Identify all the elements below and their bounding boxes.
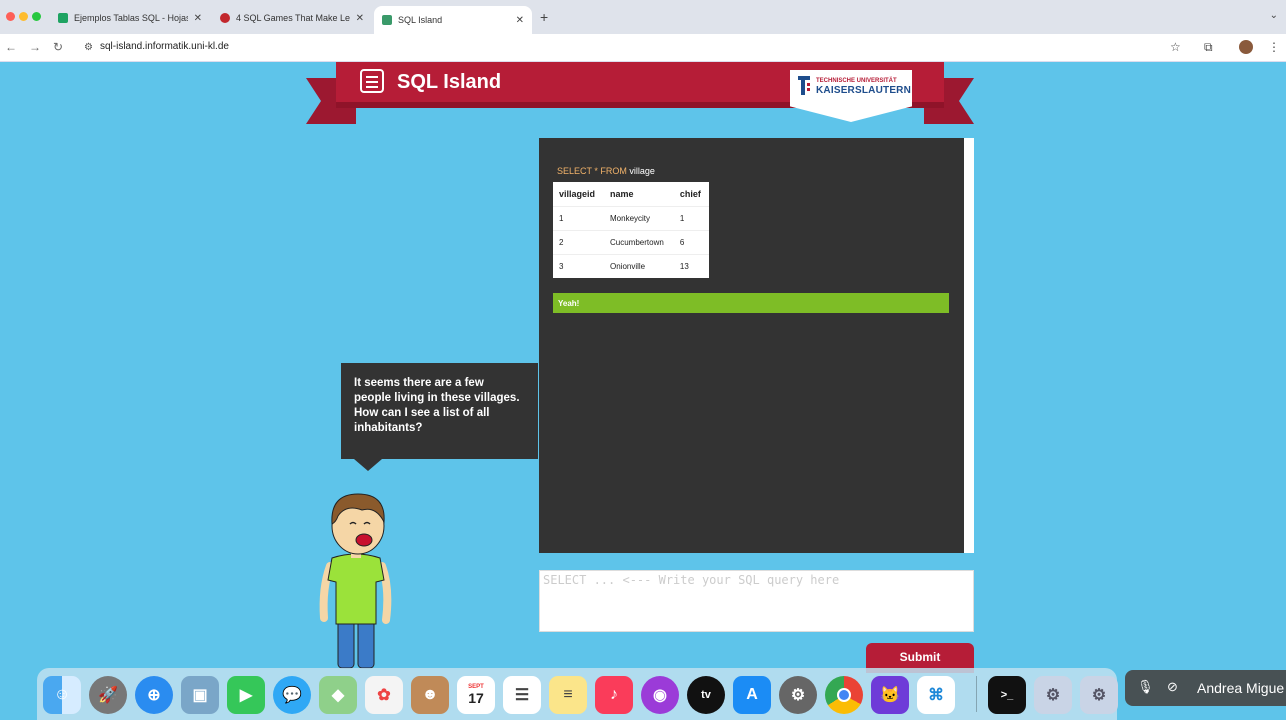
table-row: 1 Monkeycity 1 — [553, 205, 709, 230]
table-row: 3 Onionville 13 — [553, 253, 709, 278]
vscode-icon[interactable]: ⌘ — [917, 676, 955, 714]
browser-tab-bar: Ejemplos Tablas SQL - Hojas ✕ 4 SQL Game… — [0, 0, 1286, 34]
safari-icon[interactable]: ⊕ — [135, 676, 173, 714]
table-cell: Monkeycity — [604, 205, 674, 230]
table-cell: 3 — [553, 253, 604, 278]
music-icon[interactable]: ♪ — [595, 676, 633, 714]
table-cell: Onionville — [604, 253, 674, 278]
profile-avatar[interactable] — [1239, 40, 1253, 54]
extensions-icon[interactable]: ⧉ — [1204, 40, 1213, 55]
sql-query-input[interactable] — [539, 570, 974, 632]
university-logo-icon — [798, 76, 810, 95]
tab-sql-games[interactable]: 4 SQL Games That Make Lea ✕ — [212, 6, 372, 30]
appstore-icon[interactable]: A — [733, 676, 771, 714]
more-menu-icon[interactable]: ⋮ — [1268, 40, 1280, 54]
system-settings-icon[interactable]: ⚙ — [779, 676, 817, 714]
close-icon[interactable]: ✕ — [194, 13, 202, 24]
university-name-line2: KAISERSLAUTERN — [816, 85, 912, 96]
tab-ejemplos-tablas[interactable]: Ejemplos Tablas SQL - Hojas ✕ — [50, 6, 210, 30]
speech-bubble: It seems there are a few people living i… — [341, 363, 538, 459]
photos-icon[interactable]: ✿ — [365, 676, 403, 714]
table-cell: 6 — [673, 229, 709, 254]
executed-query: SELECT * FROM village — [557, 166, 655, 176]
console-scrollbar[interactable] — [964, 138, 974, 553]
tv-icon[interactable]: tv — [687, 676, 725, 714]
github-icon[interactable]: 🐱 — [871, 676, 909, 714]
dock-separator — [976, 676, 977, 712]
site-favicon-icon — [220, 13, 230, 23]
messages-icon[interactable]: 💬 — [273, 676, 311, 714]
chrome-icon[interactable] — [825, 676, 863, 714]
table-cell: 1 — [553, 205, 604, 230]
settings-icon[interactable]: ⚙ — [1034, 676, 1072, 714]
launchpad-icon[interactable]: 🚀 — [89, 676, 127, 714]
table-row: 2 Cucumbertown 6 — [553, 229, 709, 254]
close-icon[interactable]: ✕ — [516, 15, 524, 26]
address-bar[interactable]: sql-island.informatik.uni-kl.de — [100, 41, 229, 52]
terminal-icon[interactable]: >_ — [988, 676, 1026, 714]
sheets-icon — [58, 13, 68, 23]
tab-sql-island[interactable]: SQL Island ✕ — [374, 6, 532, 34]
table-cell: 13 — [673, 253, 709, 278]
page-title: SQL Island — [397, 71, 502, 93]
finder-icon[interactable]: ☺ — [43, 676, 81, 714]
column-header: name — [610, 188, 634, 199]
island-favicon-icon — [382, 15, 392, 25]
meeting-indicator[interactable]: 🎙 ⊘ Andrea Migue — [1125, 670, 1286, 706]
maps-icon[interactable]: ◆ — [319, 676, 357, 714]
calendar-icon[interactable]: SEPT 17 — [457, 676, 495, 714]
tab-title: SQL Island — [398, 15, 443, 25]
podcasts-icon[interactable]: ◉ — [641, 676, 679, 714]
minimize-window-button[interactable] — [19, 12, 28, 21]
column-header: villageid — [559, 188, 596, 199]
success-message: Yeah! — [553, 293, 949, 313]
bookmark-star-icon[interactable]: ☆ — [1170, 40, 1181, 54]
table-cell: 1 — [673, 205, 709, 230]
site-settings-icon[interactable]: ⚙ — [84, 42, 93, 53]
table-header-row: villageid name chief — [553, 182, 709, 206]
back-icon[interactable]: ← — [5, 40, 17, 54]
close-icon[interactable]: ✕ — [356, 13, 364, 24]
contacts-icon[interactable]: ☻ — [411, 676, 449, 714]
page-header-banner: SQL Island TECHNISCHE UNIVERSITÄT KAISER… — [306, 62, 974, 128]
forward-icon[interactable]: → — [29, 40, 41, 54]
mic-off-icon[interactable]: 🎙 — [1137, 679, 1154, 695]
tab-title: Ejemplos Tablas SQL - Hojas — [74, 13, 188, 23]
reminders-icon[interactable]: ☰ — [503, 676, 541, 714]
column-header: chief — [679, 188, 701, 199]
character-illustration — [319, 493, 392, 669]
result-table: villageid name chief 1 Monkeycity 1 2 Cu… — [553, 182, 709, 278]
browser-toolbar: ← → ↻ ⚙ sql-island.informatik.uni-kl.de … — [0, 34, 1286, 62]
close-window-button[interactable] — [6, 12, 15, 21]
meeting-user-name: Andrea Migue — [1197, 680, 1285, 696]
chrome-center — [837, 688, 851, 702]
table-cell: Cucumbertown — [604, 229, 674, 254]
camera-off-icon[interactable]: ⊘ — [1167, 679, 1178, 695]
speech-bubble-tail — [354, 459, 382, 471]
preview-icon[interactable]: ▣ — [181, 676, 219, 714]
results-console: SELECT * FROM village villageid name chi… — [539, 138, 974, 553]
maximize-window-button[interactable] — [32, 12, 41, 21]
university-badge[interactable]: TECHNISCHE UNIVERSITÄT KAISERSLAUTERN — [790, 70, 912, 122]
query-keyword: SELECT * FROM — [557, 166, 627, 176]
query-table: village — [629, 166, 655, 176]
table-cell: 2 — [553, 229, 604, 254]
notes-icon[interactable]: ≡ — [549, 676, 587, 714]
new-tab-icon[interactable]: + — [540, 9, 548, 25]
menu-icon[interactable] — [360, 69, 384, 93]
university-name-line1: TECHNISCHE UNIVERSITÄT — [816, 78, 897, 84]
chevron-down-icon[interactable]: ⌄ — [1270, 10, 1278, 21]
tab-title: 4 SQL Games That Make Lea — [236, 13, 350, 23]
reload-icon[interactable]: ↻ — [53, 40, 63, 54]
facetime-icon[interactable]: ▶ — [227, 676, 265, 714]
calendar-day: 17 — [468, 690, 484, 706]
settings-alt-icon[interactable]: ⚙ — [1080, 676, 1118, 714]
